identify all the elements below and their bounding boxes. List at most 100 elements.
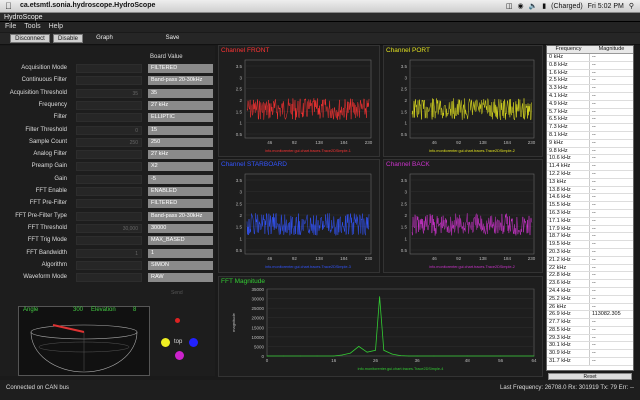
- frequency-cell: 29.3 kHz: [547, 334, 590, 342]
- table-row[interactable]: 11.4 kHz --: [547, 163, 633, 171]
- table-row[interactable]: 9 kHz --: [547, 139, 633, 148]
- table-row[interactable]: 19.5 kHz --: [547, 241, 633, 249]
- param-input[interactable]: [76, 187, 142, 196]
- param-input[interactable]: [76, 273, 142, 283]
- table-row[interactable]: 16.3 kHz --: [547, 209, 633, 218]
- channel-front-panel: Channel FRONT 3.5 3 2.5 2 1.5 1 0.5 46 92 138 184 23…: [218, 45, 380, 157]
- menu-tools[interactable]: Tools: [24, 22, 40, 32]
- param-input[interactable]: [76, 162, 142, 172]
- dropbox-icon[interactable]: ◫: [506, 2, 513, 10]
- table-row[interactable]: 27.7 kHz --: [547, 319, 633, 327]
- table-row[interactable]: 2.5 kHz --: [547, 77, 633, 86]
- table-row[interactable]: 22.8 kHz --: [547, 272, 633, 281]
- table-row[interactable]: 0.8 kHz --: [547, 61, 633, 70]
- x-tick-label: 64: [531, 358, 537, 363]
- x-tick-label: 48: [465, 358, 471, 363]
- frequency-header[interactable]: Frequency: [547, 46, 590, 53]
- table-row[interactable]: 30.9 kHz --: [547, 350, 633, 359]
- param-input[interactable]: [76, 64, 142, 73]
- table-row[interactable]: 26.9 kHz 113082.305: [547, 311, 633, 320]
- table-row[interactable]: 31.7 kHz --: [547, 358, 633, 366]
- table-row[interactable]: 25.2 kHz --: [547, 295, 633, 304]
- disable-button[interactable]: Disable: [53, 34, 83, 43]
- table-row[interactable]: 7.3 kHz --: [547, 124, 633, 132]
- table-row[interactable]: 15.5 kHz --: [547, 202, 633, 210]
- chart-svg: 3.5 3 2.5 2 1.5 1 0.5 46 92 138 184 230 info.monitor…: [401, 173, 536, 269]
- table-row[interactable]: 21.2 kHz --: [547, 256, 633, 265]
- table-row[interactable]: 24.4 kHz --: [547, 287, 633, 296]
- spotlight-icon[interactable]: ⚲: [629, 2, 634, 10]
- clock[interactable]: Fri 5:02 PM: [588, 3, 624, 10]
- wifi-icon[interactable]: ◉: [517, 2, 523, 10]
- table-row[interactable]: 26 kHz --: [547, 303, 633, 312]
- table-row[interactable]: 13.8 kHz --: [547, 186, 633, 195]
- param-input[interactable]: [76, 150, 142, 160]
- param-input[interactable]: 30,000: [76, 223, 142, 233]
- param-input[interactable]: [76, 199, 142, 209]
- table-row[interactable]: 5.7 kHz --: [547, 108, 633, 117]
- table-row[interactable]: 22 kHz --: [547, 264, 633, 273]
- param-row: Analog Filter 27 kHz: [0, 150, 215, 160]
- connection-status: Connected on CAN bus: [6, 385, 70, 391]
- param-input[interactable]: [76, 211, 142, 221]
- table-row[interactable]: 1.6 kHz --: [547, 69, 633, 78]
- apple-icon[interactable]: : [5, 1, 12, 11]
- table-row[interactable]: 12.2 kHz --: [547, 170, 633, 179]
- menu-help[interactable]: Help: [49, 22, 63, 32]
- trace-legend: info.monitorenter.gui.chart.traces.Trace…: [358, 367, 444, 371]
- table-row[interactable]: 18.7 kHz --: [547, 233, 633, 242]
- table-row[interactable]: 10.6 kHz --: [547, 155, 633, 164]
- send-button[interactable]: Send: [171, 290, 183, 296]
- table-row[interactable]: 28.5 kHz --: [547, 326, 633, 335]
- param-row: FFT Pre-Filter FILTERED: [0, 199, 215, 209]
- param-input[interactable]: 1: [76, 248, 142, 258]
- table-row[interactable]: 17.1 kHz --: [547, 217, 633, 226]
- x-tick-label: 92: [456, 256, 462, 261]
- table-row[interactable]: 9.8 kHz --: [547, 147, 633, 156]
- param-input[interactable]: [76, 76, 142, 86]
- table-row[interactable]: 3.3 kHz --: [547, 85, 633, 93]
- graph-button[interactable]: Graph: [92, 34, 117, 43]
- os-app-name[interactable]: ca.etsmtl.sonia.hydroscope.HydroScope: [20, 2, 155, 9]
- param-input[interactable]: [76, 100, 142, 110]
- magnitude-header[interactable]: Magnitude: [590, 46, 633, 53]
- param-input[interactable]: [76, 260, 142, 270]
- disconnect-button[interactable]: Disconnect: [10, 34, 50, 43]
- param-input[interactable]: 0: [76, 125, 142, 135]
- param-row: Acquisition Threshold 35 35: [0, 88, 215, 99]
- angle-label: Angle: [23, 307, 39, 313]
- frequency-table[interactable]: Frequency Magnitude 0 kHz -- 0.8 kHz -- 1.6 …: [546, 45, 634, 371]
- volume-icon[interactable]: 🔈: [529, 2, 538, 10]
- table-row[interactable]: 29.3 kHz --: [547, 334, 633, 343]
- frequency-cell: 2.5 kHz: [547, 77, 590, 85]
- table-row[interactable]: 4.9 kHz --: [547, 100, 633, 109]
- param-input[interactable]: 250: [76, 137, 142, 147]
- table-row[interactable]: 6.5 kHz --: [547, 116, 633, 125]
- menu-file[interactable]: File: [5, 22, 16, 32]
- status-tray: ◫ ◉ 🔈 ▮ (Charged) Fri 5:02 PM ⚲: [506, 2, 634, 11]
- param-input[interactable]: [76, 236, 142, 246]
- reset-button[interactable]: Reset: [548, 373, 632, 380]
- x-tick-label: 56: [498, 358, 504, 363]
- table-row[interactable]: 17.9 kHz --: [547, 225, 633, 234]
- param-input[interactable]: [76, 113, 142, 123]
- param-input[interactable]: [76, 174, 142, 184]
- battery-icon[interactable]: ▮: [542, 2, 546, 10]
- table-row[interactable]: 30.1 kHz --: [547, 342, 633, 351]
- table-row[interactable]: 23.6 kHz --: [547, 280, 633, 288]
- table-row[interactable]: 14.6 kHz --: [547, 194, 633, 203]
- table-row[interactable]: 13 kHz --: [547, 178, 633, 187]
- table-row[interactable]: 8.1 kHz --: [547, 131, 633, 140]
- save-button[interactable]: Save: [160, 34, 185, 43]
- y-tick-label: 2.5: [401, 87, 408, 92]
- table-row[interactable]: 20.3 kHz --: [547, 248, 633, 257]
- param-board-value: X2: [148, 162, 213, 172]
- param-input[interactable]: 35: [76, 88, 142, 98]
- table-row[interactable]: 4.1 kHz --: [547, 92, 633, 101]
- x-tick-label: 92: [292, 140, 298, 145]
- signal-trace: [411, 213, 533, 236]
- param-row: Acquisition Mode FILTERED: [0, 64, 215, 74]
- table-row[interactable]: 0 kHz --: [547, 54, 633, 62]
- param-label: FFT Pre-Filter Type: [15, 212, 67, 219]
- chart-svg: 3.5 3 2.5 2 1.5 1 0.5 46 92 138 184 230 info.monitor…: [401, 59, 536, 153]
